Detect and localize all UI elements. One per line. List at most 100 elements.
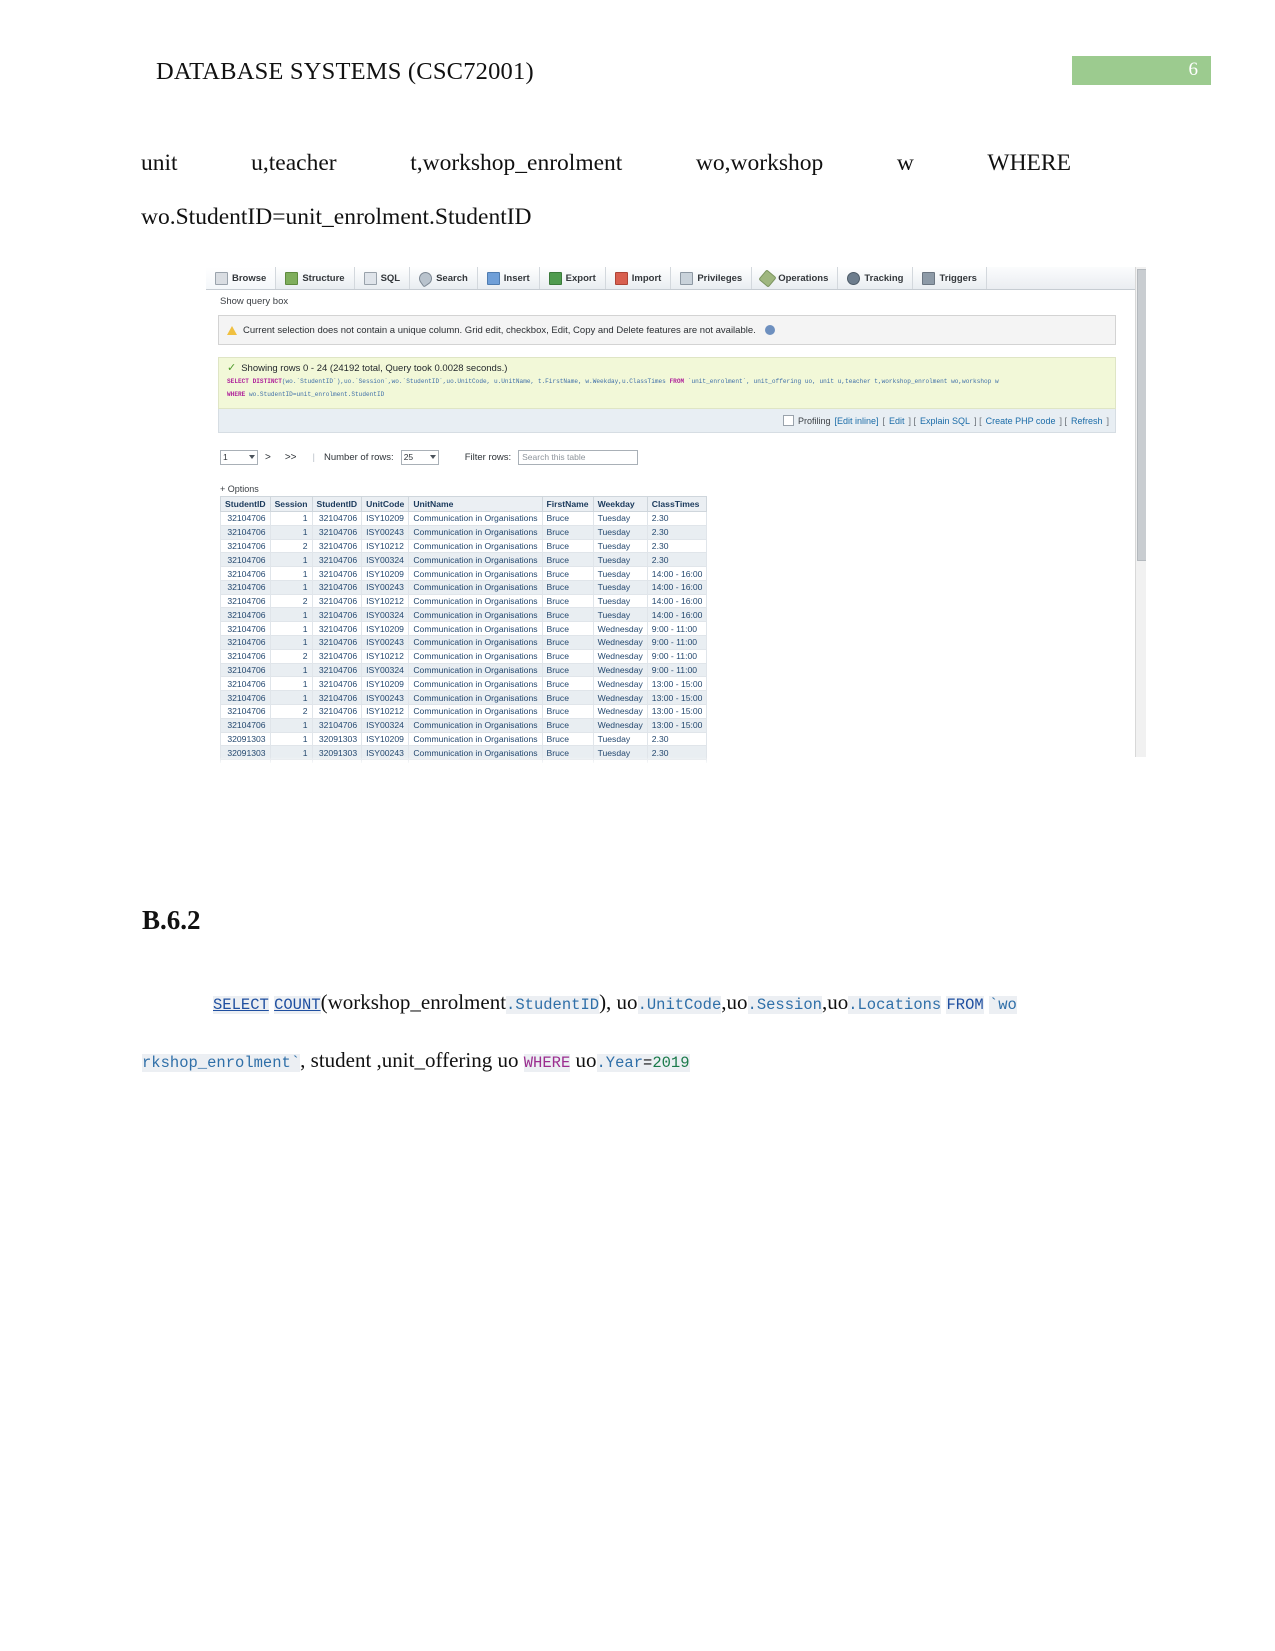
table-cell: 32104706	[311, 621, 363, 637]
executed-sql-line-1: SELECT DISTINCT(wo.`StudentID`),uo.`Sess…	[219, 374, 1115, 387]
table-cell: Tuesday	[592, 511, 648, 526]
rows-per-page-value: 25	[403, 452, 414, 462]
refresh-link[interactable]: Refresh	[1071, 416, 1103, 426]
tab-sql[interactable]: SQL	[354, 267, 411, 289]
query-text-line-2: wo.StudentID=unit_enrolment.StudentID	[141, 204, 532, 230]
table-cell: 32104706	[311, 552, 363, 568]
table-cell: Communication in Organisations	[408, 648, 543, 664]
table-cell: Tuesday	[592, 607, 648, 623]
last-page-button[interactable]: >>	[285, 452, 297, 463]
info-icon[interactable]	[764, 325, 775, 335]
page-header: DATABASE SYSTEMS (CSC72001) 6	[0, 0, 1275, 110]
edit-link[interactable]: Edit	[889, 416, 905, 426]
tab-insert-label: Insert	[503, 272, 530, 284]
table-cell: 1	[269, 676, 313, 692]
table-cell: 32104706	[220, 579, 271, 595]
table-cell: 32104706	[311, 717, 363, 733]
table-row: 32104706 1 32104706 ISY00324 Communication i…	[220, 662, 708, 678]
table-cell: Tuesday	[592, 566, 648, 581]
table-cell: Communication in Organisations	[408, 635, 543, 650]
table-cell: 14:00 - 16:00	[646, 579, 708, 595]
tab-operations[interactable]: Operations	[752, 267, 839, 289]
column-header-studentid-2[interactable]: StudentID	[311, 496, 363, 512]
table-cell: 2	[269, 648, 313, 664]
code-line-1: SELECT COUNT(workshop_enrolment.StudentI…	[142, 975, 1082, 1033]
table-cell: 32104706	[311, 566, 363, 581]
table-row: 32104706 1 32104706 ISY00324 Communication i…	[220, 607, 708, 623]
table-row: 32104706 1 32104706 ISY00243 Communication i…	[220, 690, 708, 705]
sql-condition: wo.StudentID=unit_enrolment.StudentID	[245, 390, 385, 398]
code-open-paren: (workshop_enrolment	[320, 990, 507, 1014]
vertical-scrollbar[interactable]	[1135, 267, 1146, 757]
table-cell: 32104706	[311, 511, 363, 526]
table-cell: Bruce	[541, 524, 594, 540]
phpmyadmin-panel: Browse Structure SQL Search Insert Expor…	[206, 263, 1136, 763]
code-uo-2: ,uo	[721, 990, 748, 1014]
filter-rows-input[interactable]: Search this table	[518, 449, 639, 465]
sql-columns-1: (wo.`StudentID`),uo.`Session`,wo.`Studen…	[281, 378, 670, 385]
table-cell: 9:00 - 11:00	[646, 635, 708, 650]
table-cell: 32091303	[311, 731, 363, 747]
column-header-studentid-1[interactable]: StudentID	[220, 496, 271, 512]
table-cell: 13:00 - 15:00	[646, 703, 708, 719]
table-cell: 32104706	[220, 703, 271, 719]
tab-search[interactable]: Search	[410, 267, 478, 289]
table-cell: 32104706	[311, 648, 363, 664]
column-header-classtimes[interactable]: ClassTimes	[646, 496, 708, 512]
table-cell: 1	[269, 511, 313, 526]
table-cell: 1	[269, 607, 313, 623]
table-row: 32104706 2 32104706 ISY10212 Communication i…	[220, 538, 708, 554]
table-cell: 32104706	[220, 690, 271, 705]
code-equals-operator: =	[643, 1054, 653, 1072]
next-page-button[interactable]: >	[265, 452, 271, 463]
scrollbar-thumb[interactable]	[1137, 269, 1146, 561]
table-cell: Bruce	[541, 717, 594, 733]
executed-sql-line-2: WHERE wo.StudentID=unit_enrolment.Studen…	[219, 387, 1115, 400]
table-cell: 32104706	[220, 662, 271, 678]
column-header-session[interactable]: Session	[269, 496, 313, 512]
table-cell: ISY10212	[361, 593, 410, 609]
code-close-paren: ), uo	[599, 990, 638, 1014]
table-cell: 1	[269, 690, 313, 705]
edit-inline-link[interactable]: [Edit inline]	[834, 416, 878, 426]
tab-search-label: Search	[436, 272, 468, 284]
tab-privileges[interactable]: Privileges	[671, 267, 753, 289]
table-cell: 32104706	[220, 524, 271, 540]
tab-import[interactable]: Import	[605, 267, 672, 289]
column-header-firstname[interactable]: FirstName	[541, 496, 594, 512]
table-row: 32104706 1 32104706 ISY10209 Communication i…	[220, 511, 708, 526]
column-header-unitcode[interactable]: UnitCode	[361, 496, 410, 512]
separator-5: ]	[1106, 415, 1109, 426]
tab-tracking[interactable]: Tracking	[838, 267, 914, 289]
table-cell: 32104706	[311, 703, 363, 719]
code-count-function: COUNT	[274, 996, 321, 1014]
table-cell: ISY10209	[361, 676, 410, 692]
create-php-code-link[interactable]: Create PHP code	[986, 416, 1056, 426]
code-table-start: `wo	[988, 996, 1017, 1014]
explain-sql-link[interactable]: Explain SQL	[920, 416, 970, 426]
options-toggle[interactable]: + Options	[220, 484, 259, 494]
tab-insert[interactable]: Insert	[477, 267, 540, 289]
table-cell: Bruce	[541, 511, 594, 526]
privileges-icon	[680, 271, 694, 285]
table-cell: 32104706	[220, 635, 271, 650]
table-cell: 2	[269, 703, 313, 719]
browse-icon	[215, 271, 228, 285]
table-cell: Bruce	[541, 566, 594, 581]
page-select[interactable]: 1	[220, 449, 258, 465]
tab-structure[interactable]: Structure	[276, 267, 355, 289]
sql-tables-1: `unit_enrolment`, unit_offering uo, unit…	[684, 378, 999, 385]
column-header-weekday[interactable]: Weekday	[592, 496, 648, 512]
table-cell: Tuesday	[592, 593, 648, 609]
page-number: 6	[1188, 59, 1199, 80]
tab-browse[interactable]: Browse	[206, 267, 277, 289]
table-cell: Wednesday	[592, 717, 648, 733]
rows-per-page-select[interactable]: 25	[400, 449, 439, 465]
show-query-box-link[interactable]: Show query box	[220, 296, 288, 307]
table-cell: 32104706	[311, 593, 363, 609]
column-header-unitname[interactable]: UnitName	[408, 496, 543, 512]
tab-triggers[interactable]: Triggers	[913, 267, 987, 289]
profiling-checkbox[interactable]	[782, 415, 794, 426]
table-cell: Tuesday	[592, 731, 648, 747]
tab-export[interactable]: Export	[539, 267, 606, 289]
